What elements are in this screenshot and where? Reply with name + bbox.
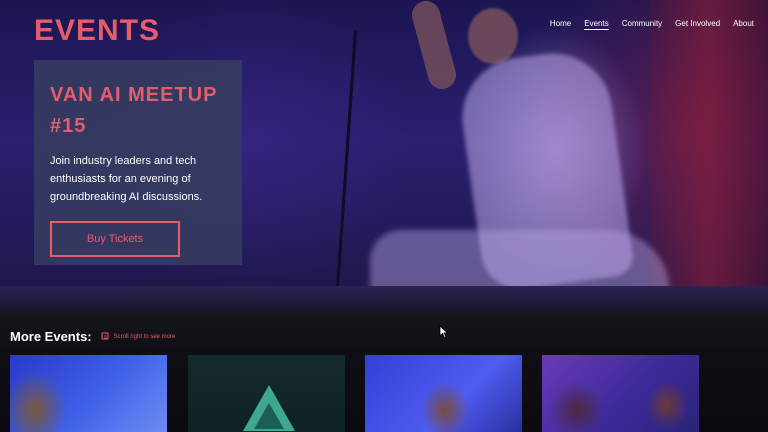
scroll-icon — [101, 332, 109, 340]
more-events-header: More Events: Scroll right to see more — [10, 329, 175, 344]
event-thumbnail-2[interactable] — [188, 355, 345, 432]
nav-home[interactable]: Home — [550, 19, 571, 30]
mouse-cursor-icon — [439, 325, 448, 338]
page-title: EVENTS — [34, 14, 161, 47]
stage-floor — [0, 286, 768, 312]
performer-arm — [408, 0, 460, 93]
featured-event-description: Join industry leaders and tech enthusias… — [50, 155, 203, 203]
main-nav: Home Events Community Get Involved About — [550, 19, 754, 30]
more-events-section: More Events: Scroll right to see more — [0, 312, 768, 432]
scroll-hint: Scroll right to see more — [101, 332, 176, 341]
nav-get-involved[interactable]: Get Involved — [675, 19, 720, 30]
nav-events[interactable]: Events — [584, 19, 609, 30]
more-events-heading: More Events: — [10, 329, 92, 344]
event-thumbnail-1[interactable] — [10, 355, 167, 432]
featured-event-title: VAN AI MEETUP #15 — [50, 84, 218, 137]
nav-community[interactable]: Community — [622, 19, 662, 30]
stage-curtain — [650, 0, 768, 312]
event-thumbnail-3[interactable] — [365, 355, 522, 432]
nav-about[interactable]: About — [733, 19, 754, 30]
performer-head — [468, 8, 518, 64]
triangle-logo-inner — [254, 403, 284, 429]
featured-event-card: VAN AI MEETUP #15 Join industry leaders … — [34, 60, 242, 265]
event-thumbnail-4[interactable] — [542, 355, 699, 432]
mic-stand — [335, 30, 358, 290]
buy-tickets-button[interactable]: Buy Tickets — [50, 221, 180, 257]
scroll-hint-text: Scroll right to see more — [113, 333, 176, 340]
